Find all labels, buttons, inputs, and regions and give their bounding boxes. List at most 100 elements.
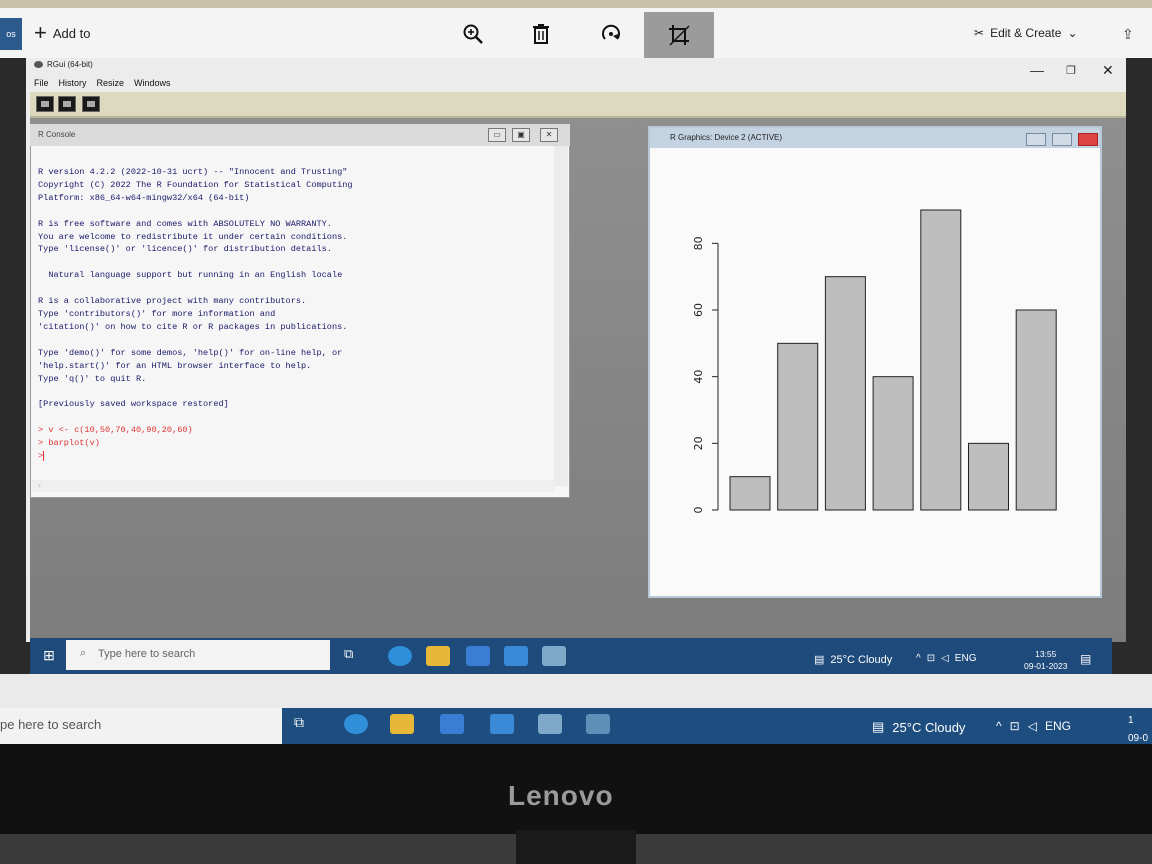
scissors-icon: ✂ [974,26,985,40]
chevron-down-icon: ⌄ [1067,26,1078,40]
menu-history[interactable]: History [59,78,87,88]
left-stub: os [0,18,22,50]
console-close-icon[interactable]: ✕ [540,128,558,142]
r-app-icon[interactable] [542,646,566,666]
outer-mail-icon[interactable] [490,714,514,734]
console-line: 'help.start()' for an HTML browser inter… [38,360,312,371]
console-line: Type 'contributors()' for more informati… [38,308,276,319]
photos-bottom-strip [0,674,1152,708]
inner-time: 13:55 [1035,649,1057,659]
console-maximize-icon[interactable]: ▣ [512,128,530,142]
inner-weather[interactable]: ▤ 25°C Cloudy [814,653,893,667]
menu-resize[interactable]: Resize [97,78,125,88]
graphics-maximize-icon[interactable] [1052,133,1072,146]
bar [824,276,866,511]
outer-weather-icon: ▤ [872,719,885,734]
console-line: R is a collaborative project with many c… [38,296,307,307]
console-line: 'citation()' on how to cite R or R packa… [38,321,348,332]
y-tick-label: 40 [692,370,705,384]
restore-icon[interactable]: ❐ [1066,64,1076,77]
chevron-up-icon: ^ [916,653,921,664]
y-tick-label: 60 [692,303,705,317]
y-tick-label: 80 [692,236,705,250]
console-horizontal-scrollbar[interactable]: ‹ [32,480,554,492]
console-vertical-scrollbar[interactable] [554,146,568,486]
windows-start-icon[interactable]: ⊞ [34,640,64,670]
bar [777,342,819,511]
bar [1015,309,1057,511]
console-prompt[interactable]: > [38,450,548,463]
outer-store-icon[interactable] [440,714,464,734]
bar [729,476,771,511]
menu-file[interactable]: File [34,78,49,88]
console-lines: R version 4.2.2 (2022-10-31 ucrt) -- "In… [38,166,548,424]
rgui-toolbar [30,92,1126,118]
graphics-close-icon[interactable] [1078,133,1098,146]
edge-icon[interactable] [388,646,412,666]
inner-clock[interactable]: 13:55 09-01-2023 [1024,648,1067,672]
inner-search-box[interactable]: Type here to search [66,640,330,670]
load-workspace-icon[interactable] [58,96,76,112]
menu-windows[interactable]: Windows [134,78,171,88]
outer-system-tray[interactable]: ^ ⊡ ◁ ENG [996,719,1071,733]
rotate-icon[interactable] [594,18,628,50]
outer-edge-icon[interactable] [344,714,368,734]
graphics-title: R Graphics: Device 2 (ACTIVE) [670,133,783,142]
inner-weather-text: 25°C Cloudy [830,653,893,666]
crop-icon[interactable] [644,12,714,58]
edit-create-label: Edit & Create [990,26,1062,40]
share-icon[interactable]: ⇪ [1122,26,1134,43]
store-icon[interactable] [466,646,490,666]
task-view-icon[interactable]: ⧉ [344,646,368,666]
outer-lang: ENG [1044,719,1071,733]
console-line: Natural language support but running in … [38,270,343,281]
console-output[interactable]: R version 4.2.2 (2022-10-31 ucrt) -- "In… [38,166,548,463]
add-to-button[interactable]: + Add to [34,22,90,44]
add-to-label: Add to [52,25,91,41]
console-line: [Previously saved workspace restored] [38,399,229,410]
console-line: R version 4.2.2 (2022-10-31 ucrt) -- "In… [38,167,348,177]
console-line: You are welcome to redistribute it under… [38,231,348,242]
r-logo-icon [34,61,43,68]
edit-create-button[interactable]: ✂ Edit & Create ⌄ [974,26,1078,40]
console-line: Type 'license()' or 'licence()' for dist… [38,244,332,255]
rgui-titlebar: RGui (64-bit) [34,60,93,69]
console-minimize-icon[interactable]: ▭ [488,128,506,142]
monitor-brand-logo: Lenovo [508,780,614,811]
console-line: Copyright (C) 2022 The R Foundation for … [38,179,353,190]
zoom-in-icon[interactable] [456,18,490,50]
plus-icon: + [34,20,47,45]
delete-icon[interactable] [524,18,558,50]
outer-r-app-icon[interactable] [538,714,562,734]
outer-clock[interactable]: 1 09-0 [1128,712,1148,748]
console-line: Type 'demo()' for some demos, 'help()' f… [38,347,343,358]
graphics-minimize-icon[interactable] [1026,133,1046,146]
console-line: R is free software and comes with ABSOLU… [38,218,332,229]
outer-photos-icon[interactable] [586,714,610,734]
file-explorer-icon[interactable] [426,646,450,666]
outer-task-view-icon[interactable]: ⧉ [294,714,318,734]
close-icon[interactable]: ✕ [1102,62,1114,79]
outer-weather-text: 25°C Cloudy [892,719,966,735]
inner-system-tray[interactable]: ^ ⊡ ◁ ENG [916,653,976,664]
outer-file-explorer-icon[interactable] [390,714,414,734]
outer-search-box[interactable]: pe here to search [0,708,282,744]
mail-icon[interactable] [504,646,528,666]
y-tick-label: 0 [692,507,705,514]
console-line: Platform: x86_64-w64-mingw32/x64 (64-bit… [38,192,250,203]
console-title: R Console [38,130,76,139]
save-workspace-icon[interactable] [82,96,100,112]
open-script-icon[interactable] [36,96,54,112]
monitor-stand [516,830,636,864]
bar [968,442,1009,511]
y-tick-label: 20 [692,436,705,450]
notification-icon[interactable]: ▤ [1080,652,1091,666]
bar [920,209,962,511]
outer-weather[interactable]: ▤ 25°C Cloudy [872,719,965,735]
minimize-icon[interactable]: — [1030,62,1044,78]
